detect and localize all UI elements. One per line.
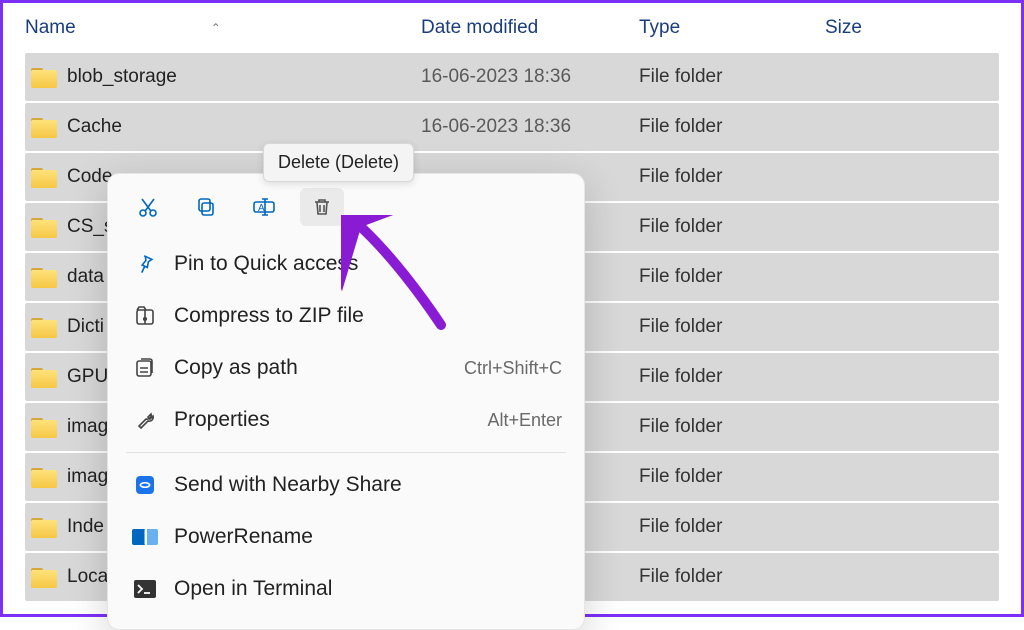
context-menu-item-label: Copy as path <box>174 356 298 380</box>
file-name: imag <box>67 466 108 488</box>
tooltip-delete: Delete (Delete) <box>263 143 414 182</box>
column-header-row: Name ⌃ Date modified Type Size <box>3 3 1021 53</box>
sort-ascending-icon: ⌃ <box>211 21 221 35</box>
column-header-name-label: Name <box>25 17 76 39</box>
column-header-date[interactable]: Date modified <box>421 17 639 39</box>
file-name: data <box>67 266 104 288</box>
folder-icon <box>31 66 57 88</box>
folder-icon <box>31 366 57 388</box>
file-name: Inde <box>67 516 104 538</box>
powerrename-icon <box>130 522 160 552</box>
file-type: File folder <box>639 216 825 238</box>
folder-icon <box>31 516 57 538</box>
context-menu-shortcut: Alt+Enter <box>487 410 562 431</box>
pin-icon <box>130 249 160 279</box>
svg-text:A: A <box>258 203 265 214</box>
column-header-name[interactable]: Name ⌃ <box>25 17 421 39</box>
file-type: File folder <box>639 166 825 188</box>
column-header-type[interactable]: Type <box>639 17 825 39</box>
context-menu-item-label: Open in Terminal <box>174 577 332 601</box>
file-type: File folder <box>639 516 825 538</box>
delete-icon <box>310 195 334 219</box>
folder-icon <box>31 316 57 338</box>
context-menu-item-label: Properties <box>174 408 270 432</box>
file-type: File folder <box>639 466 825 488</box>
delete-button[interactable] <box>300 188 344 226</box>
terminal-icon <box>130 574 160 604</box>
file-type: File folder <box>639 566 825 588</box>
context-menu-item-wrench[interactable]: Properties Alt+Enter <box>116 394 576 446</box>
folder-icon <box>31 116 57 138</box>
cut-icon <box>136 195 160 219</box>
file-date: 16-06-2023 18:36 <box>421 116 639 138</box>
folder-icon <box>31 466 57 488</box>
column-header-date-label: Date modified <box>421 17 538 38</box>
file-name: Cache <box>67 116 122 138</box>
context-menu-item-terminal[interactable]: Open in Terminal <box>116 563 576 615</box>
file-name: Dicti <box>67 316 104 338</box>
context-menu-divider <box>126 452 566 453</box>
rename-icon: A <box>251 195 277 219</box>
context-menu-item-label: Pin to Quick access <box>174 252 358 276</box>
folder-icon <box>31 166 57 188</box>
file-type: File folder <box>639 66 825 88</box>
copy-button[interactable] <box>184 188 228 226</box>
wrench-icon <box>130 405 160 435</box>
file-name: GPU <box>67 366 108 388</box>
context-menu-item-powerrename[interactable]: PowerRename <box>116 511 576 563</box>
folder-icon <box>31 416 57 438</box>
file-type: File folder <box>639 366 825 388</box>
file-name: Loca <box>67 566 108 588</box>
table-row[interactable]: blob_storage 16-06-2023 18:36 File folde… <box>25 53 999 101</box>
file-type: File folder <box>639 116 825 138</box>
context-menu-item-nearby[interactable]: Send with Nearby Share <box>116 459 576 511</box>
cut-button[interactable] <box>126 188 170 226</box>
folder-icon <box>31 566 57 588</box>
rename-button[interactable]: A <box>242 188 286 226</box>
file-name: imag <box>67 416 108 438</box>
folder-icon <box>31 216 57 238</box>
file-type: File folder <box>639 266 825 288</box>
copypath-icon <box>130 353 160 383</box>
context-menu-item-copypath[interactable]: Copy as path Ctrl+Shift+C <box>116 342 576 394</box>
file-type: File folder <box>639 416 825 438</box>
folder-icon <box>31 266 57 288</box>
column-header-size[interactable]: Size <box>825 17 955 39</box>
column-header-size-label: Size <box>825 17 862 38</box>
annotation-arrow <box>341 215 461 335</box>
zip-icon <box>130 301 160 331</box>
file-type: File folder <box>639 316 825 338</box>
context-menu-item-label: Send with Nearby Share <box>174 473 402 497</box>
context-menu-item-label: Compress to ZIP file <box>174 304 364 328</box>
file-name: Code <box>67 166 112 188</box>
table-row[interactable]: Cache 16-06-2023 18:36 File folder <box>25 103 999 151</box>
context-menu-shortcut: Ctrl+Shift+C <box>464 358 562 379</box>
column-header-type-label: Type <box>639 17 680 38</box>
file-date: 16-06-2023 18:36 <box>421 66 639 88</box>
context-menu-item-label: PowerRename <box>174 525 313 549</box>
file-name: blob_storage <box>67 66 177 88</box>
nearby-icon <box>130 470 160 500</box>
copy-icon <box>194 195 218 219</box>
